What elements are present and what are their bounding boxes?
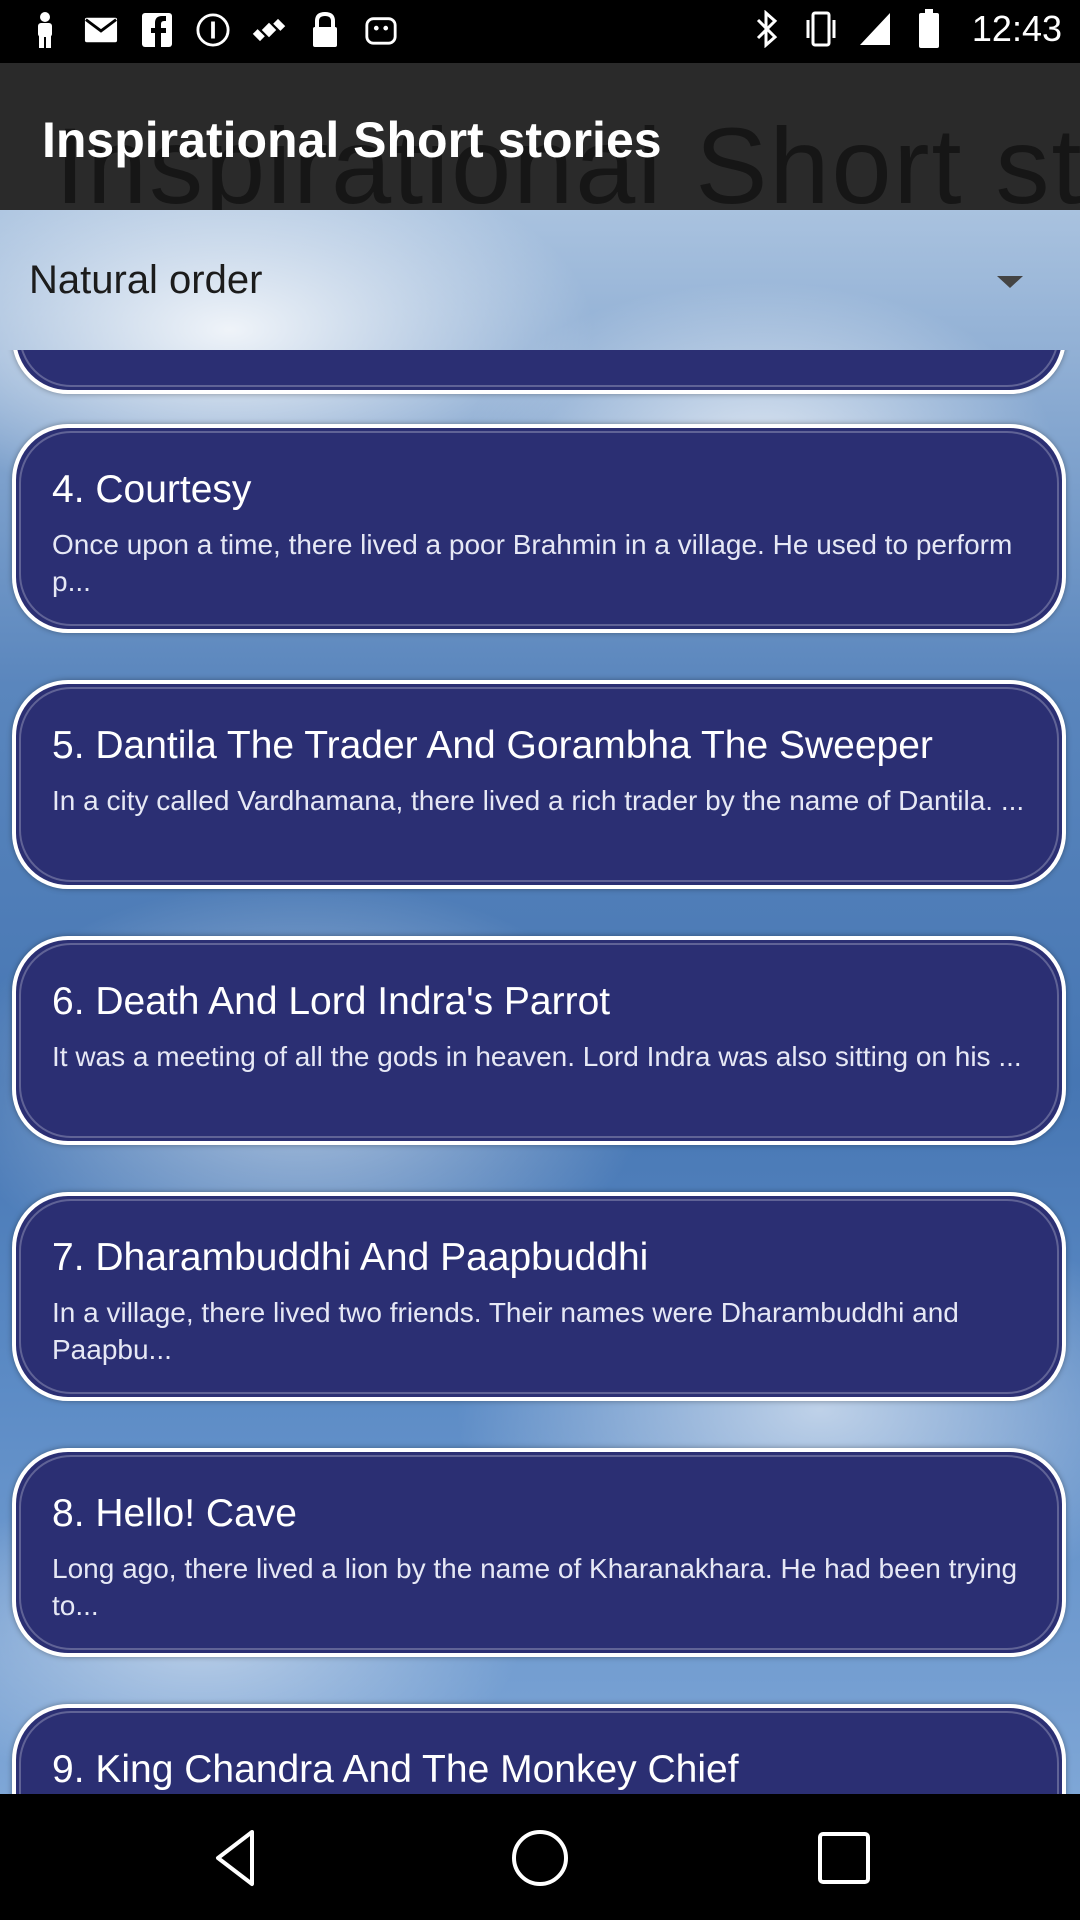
navigation-bar: [0, 1794, 1080, 1920]
app-bar: Inspirational Short stories Inspirationa…: [0, 63, 1080, 210]
story-card[interactable]: 8. Hello! Cave Long ago, there lived a l…: [12, 1448, 1066, 1657]
android-icon: [364, 10, 398, 50]
battery-icon: [912, 9, 946, 49]
person-icon: [28, 10, 62, 50]
content-area: Natural order 4. Courtesy Once upon a ti…: [0, 210, 1080, 1794]
status-time: 12:43: [971, 8, 1062, 49]
bluetooth-icon: [750, 9, 784, 49]
story-title: 6. Death And Lord Indra's Parrot: [52, 980, 611, 1023]
story-title: 7. Dharambuddhi And Paapbuddhi: [52, 1236, 649, 1279]
home-icon[interactable]: [508, 1826, 572, 1890]
mail-icon: [84, 10, 118, 50]
satellite-icon: [252, 10, 286, 50]
story-card[interactable]: 5. Dantila The Trader And Gorambha The S…: [12, 680, 1066, 889]
sort-selected-value: Natural order: [29, 258, 263, 302]
story-card[interactable]: 9. King Chandra And The Monkey Chief: [12, 1704, 1066, 1794]
status-bar: 12:43: [0, 0, 1080, 63]
story-card[interactable]: [12, 350, 1066, 394]
vibrate-icon: [804, 9, 838, 49]
story-title: 4. Courtesy: [52, 468, 252, 511]
lock-icon: [308, 10, 342, 50]
recents-icon[interactable]: [812, 1826, 876, 1890]
story-card[interactable]: 4. Courtesy Once upon a time, there live…: [12, 424, 1066, 633]
sort-dropdown[interactable]: Natural order: [0, 210, 1080, 350]
page-title: Inspirational Short stories: [42, 112, 662, 168]
story-excerpt: In a city called Vardhamana, there lived…: [52, 785, 1025, 816]
story-excerpt: Long ago, there lived a lion by the name…: [52, 1553, 1018, 1621]
story-excerpt: In a village, there lived two friends. T…: [52, 1297, 959, 1365]
dropdown-arrow-icon: [997, 276, 1023, 288]
facebook-icon: [140, 10, 174, 50]
story-card[interactable]: 7. Dharambuddhi And Paapbuddhi In a vill…: [12, 1192, 1066, 1401]
story-title: 9. King Chandra And The Monkey Chief: [52, 1748, 739, 1791]
story-excerpt: It was a meeting of all the gods in heav…: [52, 1041, 1022, 1072]
story-title: 8. Hello! Cave: [52, 1492, 297, 1535]
story-excerpt: Once upon a time, there lived a poor Bra…: [52, 529, 1013, 597]
info-icon: [196, 10, 230, 50]
story-card[interactable]: 6. Death And Lord Indra's Parrot It was …: [12, 936, 1066, 1145]
back-icon[interactable]: [204, 1826, 268, 1890]
story-title: 5. Dantila The Trader And Gorambha The S…: [52, 724, 933, 767]
signal-icon: [858, 9, 892, 49]
story-list[interactable]: 4. Courtesy Once upon a time, there live…: [0, 350, 1080, 1794]
